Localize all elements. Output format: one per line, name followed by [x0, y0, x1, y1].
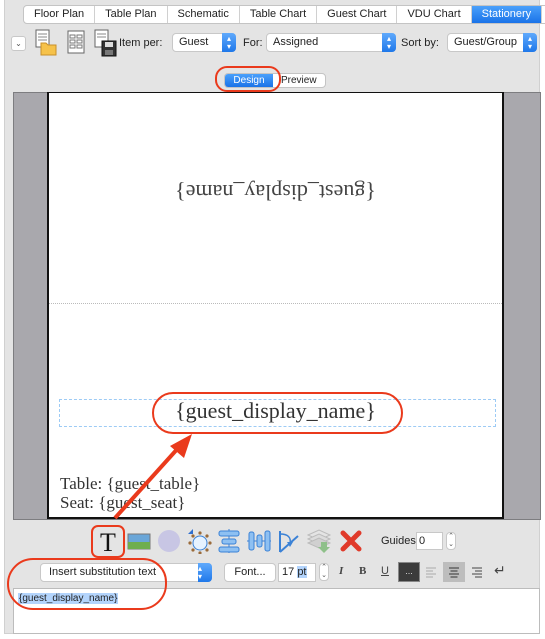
- upside-down-name-text[interactable]: {guest_display_name}: [49, 179, 502, 205]
- round-table-icon[interactable]: [186, 528, 212, 554]
- font-size-stepper[interactable]: ⌃ ⌄: [319, 563, 329, 581]
- tab-schematic[interactable]: Schematic: [168, 6, 240, 23]
- tab-floor-plan[interactable]: Floor Plan: [24, 6, 96, 23]
- toolbar: ⌄ Item per: Guest ▴ ▾ For: Assigned ▴ ▾ So…: [7, 29, 537, 57]
- rotate-icon[interactable]: [276, 528, 302, 554]
- tab-vdu-chart[interactable]: VDU Chart: [397, 6, 472, 23]
- font-button[interactable]: Font...: [224, 563, 276, 582]
- annotation-highlight-text-tool: [91, 525, 125, 558]
- image-icon[interactable]: [126, 528, 152, 554]
- return-icon[interactable]: ↵: [494, 562, 506, 579]
- document-list-icon[interactable]: [65, 29, 89, 57]
- fold-line: [49, 303, 502, 304]
- item-per-select[interactable]: Guest ▴ ▾: [172, 33, 236, 52]
- tab-guest-chart[interactable]: Guest Chart: [317, 6, 398, 23]
- circle-icon[interactable]: [156, 528, 182, 554]
- annotation-highlight-name: [152, 392, 403, 434]
- align-center-icon: [449, 567, 459, 578]
- updown-chevron-icon: ▴ ▾: [382, 33, 396, 52]
- for-label: For:: [243, 37, 263, 49]
- align-horizontal-icon[interactable]: [216, 528, 242, 554]
- align-vertical-icon[interactable]: [246, 528, 272, 554]
- updown-chevron-icon: ▴ ▾: [222, 33, 236, 52]
- item-per-label: Item per:: [119, 37, 163, 49]
- annotation-highlight-design: [215, 66, 281, 92]
- layers-down-icon[interactable]: [306, 528, 332, 554]
- font-size-input[interactable]: 17 pt: [278, 563, 316, 582]
- delete-x-icon[interactable]: [338, 528, 364, 554]
- align-center-button[interactable]: [443, 562, 465, 582]
- chevron-down-icon: ⌄: [15, 39, 22, 48]
- tab-table-plan[interactable]: Table Plan: [95, 6, 168, 23]
- text-color-well[interactable]: ...: [398, 562, 420, 582]
- italic-button[interactable]: I: [339, 565, 343, 577]
- guides-stepper[interactable]: ⌃ ⌄: [446, 532, 456, 550]
- save-document-icon[interactable]: [93, 29, 117, 57]
- table-text[interactable]: Table: {guest_table}: [60, 474, 200, 494]
- seat-text[interactable]: Seat: {guest_seat}: [60, 493, 185, 513]
- sort-by-label: Sort by:: [401, 37, 439, 49]
- tab-table-chart[interactable]: Table Chart: [240, 6, 318, 23]
- guides-input[interactable]: 0: [416, 532, 443, 550]
- open-document-icon[interactable]: [33, 29, 57, 57]
- updown-chevron-icon: ▴ ▾: [198, 563, 212, 582]
- align-right-icon[interactable]: [471, 566, 483, 578]
- tab-stationery[interactable]: Stationery: [471, 6, 543, 23]
- guides-label: Guides:: [381, 535, 419, 547]
- updown-chevron-icon: ▴ ▾: [523, 33, 537, 52]
- menu-chevron-button[interactable]: ⌄: [11, 36, 26, 51]
- tools-row: T: [0, 525, 545, 557]
- underline-button[interactable]: U: [381, 565, 389, 577]
- bold-button[interactable]: B: [359, 565, 366, 577]
- sort-by-value: Guest/Group: [454, 36, 517, 48]
- font-size-unit: pt: [297, 566, 307, 578]
- font-size-value: 17: [282, 566, 295, 578]
- card-page[interactable]: {guest_display_name} {guest_display_name…: [47, 92, 504, 519]
- annotation-highlight-insert: [7, 558, 167, 610]
- item-per-value: Guest: [179, 36, 209, 48]
- for-value: Assigned: [273, 36, 319, 48]
- tab-bar: Floor Plan Table Plan Schematic Table Ch…: [23, 5, 545, 24]
- align-left-icon[interactable]: [425, 566, 437, 578]
- sort-by-select[interactable]: Guest/Group ▴ ▾: [447, 33, 537, 52]
- for-select[interactable]: Assigned ▴ ▾: [266, 33, 396, 52]
